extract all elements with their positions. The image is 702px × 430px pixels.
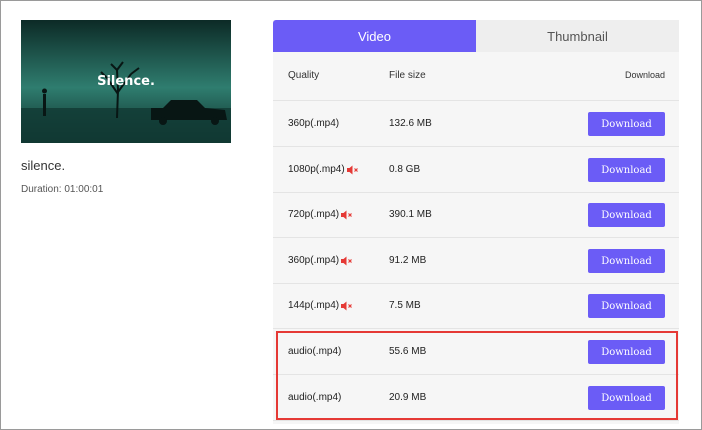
row-quality-label: 360p(.mp4) xyxy=(288,255,340,266)
row-quality: audio(.mp4) xyxy=(288,346,341,357)
row-quality: 360p(.mp4) xyxy=(288,118,339,129)
row-file-size: 0.8 GB xyxy=(389,164,421,175)
row-quality-label: audio(.mp4) xyxy=(288,346,342,357)
row-file-size: 7.5 MB xyxy=(389,300,421,311)
header-download: Download xyxy=(624,70,665,80)
row-quality: 720p(.mp4) xyxy=(288,209,353,220)
table-row: 360p(.mp4) 132.6 MB Download xyxy=(273,101,679,147)
row-file-size: 55.6 MB xyxy=(389,346,427,357)
header-quality: Quality xyxy=(288,70,320,81)
speaker-muted-icon xyxy=(341,256,353,266)
row-quality-label: 360p(.mp4) xyxy=(288,118,340,129)
speaker-muted-icon xyxy=(341,210,353,220)
tab-thumbnail[interactable]: Thumbnail xyxy=(476,20,679,52)
row-quality: 1080p(.mp4) xyxy=(288,164,359,175)
row-quality-label: 720p(.mp4) xyxy=(288,209,340,220)
download-button[interactable]: Download xyxy=(588,386,665,410)
row-quality-label: 1080p(.mp4) xyxy=(288,164,345,175)
row-quality: 360p(.mp4) xyxy=(288,255,353,266)
download-button[interactable]: Download xyxy=(588,294,665,318)
table-row: 144p(.mp4) 7.5 MB Download xyxy=(273,283,679,329)
video-thumbnail[interactable]: Silence. xyxy=(21,20,231,143)
table-header: Quality File size Download xyxy=(273,52,679,101)
row-quality-label: 144p(.mp4) xyxy=(288,300,340,311)
row-file-size: 20.9 MB xyxy=(389,392,427,403)
table-row: 360p(.mp4) 91.2 MB Download xyxy=(273,238,679,284)
header-file-size: File size xyxy=(389,70,426,81)
table-row: audio(.mp4) 20.9 MB Download xyxy=(273,375,679,421)
row-file-size: 390.1 MB xyxy=(389,209,432,220)
row-file-size: 91.2 MB xyxy=(389,255,427,266)
download-button[interactable]: Download xyxy=(588,340,665,364)
row-quality: 144p(.mp4) xyxy=(288,300,353,311)
thumbnail-title: Silence. xyxy=(97,74,155,89)
table-row: 1080p(.mp4) 0.8 GB Download xyxy=(273,147,679,193)
table-row: audio(.mp4) 55.6 MB Download xyxy=(273,329,679,375)
download-button[interactable]: Download xyxy=(588,203,665,227)
download-button[interactable]: Download xyxy=(588,158,665,182)
row-quality: audio(.mp4) xyxy=(288,392,341,403)
video-title: silence. xyxy=(21,158,66,173)
row-quality-label: audio(.mp4) xyxy=(288,392,342,403)
tab-bar: Video Thumbnail xyxy=(273,20,679,52)
speaker-muted-icon xyxy=(346,165,359,175)
video-duration: Duration: 01:00:01 xyxy=(21,184,104,195)
download-button[interactable]: Download xyxy=(588,249,665,273)
download-button[interactable]: Download xyxy=(588,112,665,136)
row-file-size: 132.6 MB xyxy=(389,118,432,129)
speaker-muted-icon xyxy=(341,301,353,311)
table-row: 720p(.mp4) 390.1 MB Download xyxy=(273,192,679,238)
download-panel: Video Thumbnail Quality File size Downlo… xyxy=(273,20,679,424)
tab-video[interactable]: Video xyxy=(273,20,476,52)
